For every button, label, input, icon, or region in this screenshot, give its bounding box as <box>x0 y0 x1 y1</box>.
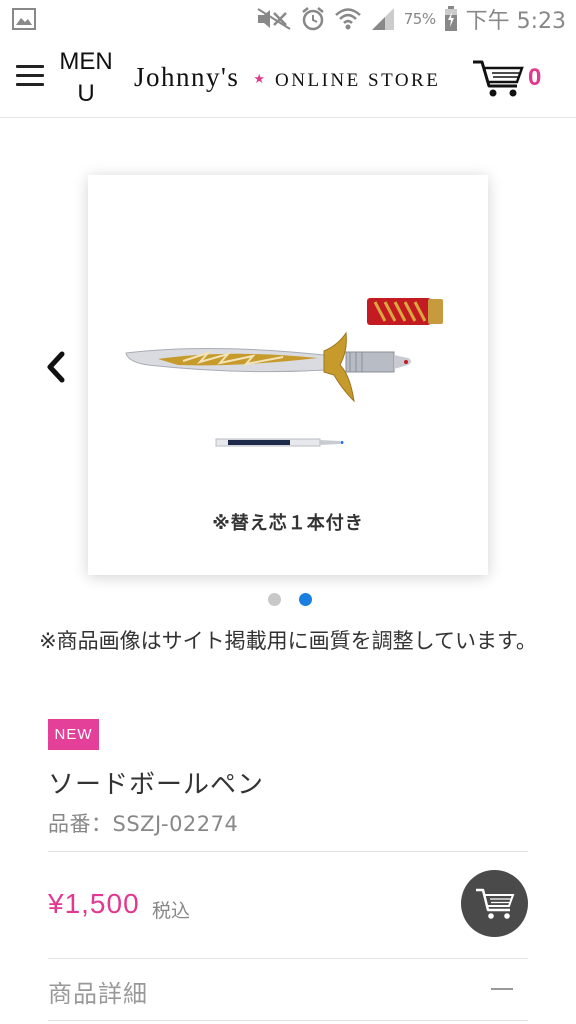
alarm-icon <box>301 7 324 31</box>
logo-name: Johnny's <box>134 62 240 92</box>
clock: 下午 5:23 <box>465 9 566 34</box>
divider <box>48 958 528 959</box>
product-details-toggle[interactable]: 商品詳細 <box>48 974 148 1009</box>
cart-count[interactable]: 0 <box>528 64 541 92</box>
cart-icon <box>476 888 515 919</box>
battery-icon <box>444 6 457 31</box>
divider <box>48 1020 528 1021</box>
collapse-icon[interactable] <box>491 988 513 990</box>
status-icons: 75% 下午 5:23 <box>256 4 566 34</box>
signal-icon <box>371 8 394 30</box>
cart-icon[interactable] <box>472 58 524 98</box>
hamburger-menu-icon[interactable] <box>16 65 46 89</box>
site-header: MENU Johnny's ★ ONLINE STORE 0 <box>0 38 576 118</box>
product-image[interactable]: ※替え芯１本付き <box>88 175 488 575</box>
mute-icon <box>257 8 291 30</box>
wifi-icon <box>334 8 361 30</box>
tax-label: 税込 <box>152 900 191 922</box>
slide-caption: ※替え芯１本付き <box>212 513 364 534</box>
product-image-carousel: ※替え芯１本付き <box>0 118 576 618</box>
product-name: ソードボールペン <box>48 770 265 800</box>
new-badge: NEW <box>48 719 99 750</box>
chevron-left-icon[interactable] <box>42 350 70 384</box>
menu-label[interactable]: MENU <box>58 46 114 110</box>
image-quality-notice: ※商品画像はサイト掲載用に画質を調整しています。 <box>39 629 537 653</box>
carousel-dots <box>268 593 312 606</box>
carousel-dot-2[interactable] <box>299 593 312 606</box>
image-notification-icon <box>12 8 36 30</box>
divider <box>48 851 528 852</box>
battery-percent: 75% <box>403 10 436 28</box>
store-logo[interactable]: Johnny's ★ ONLINE STORE <box>134 62 440 96</box>
product-price: ¥1,500 <box>48 888 140 919</box>
logo-star-icon: ★ <box>253 72 266 87</box>
add-to-cart-button[interactable] <box>461 870 528 937</box>
carousel-dot-1[interactable] <box>268 593 281 606</box>
status-bar: 75% 下午 5:23 <box>0 0 576 38</box>
logo-store-text: ONLINE STORE <box>275 70 441 91</box>
product-code: 品番：SSZJ-02274 <box>48 812 239 836</box>
